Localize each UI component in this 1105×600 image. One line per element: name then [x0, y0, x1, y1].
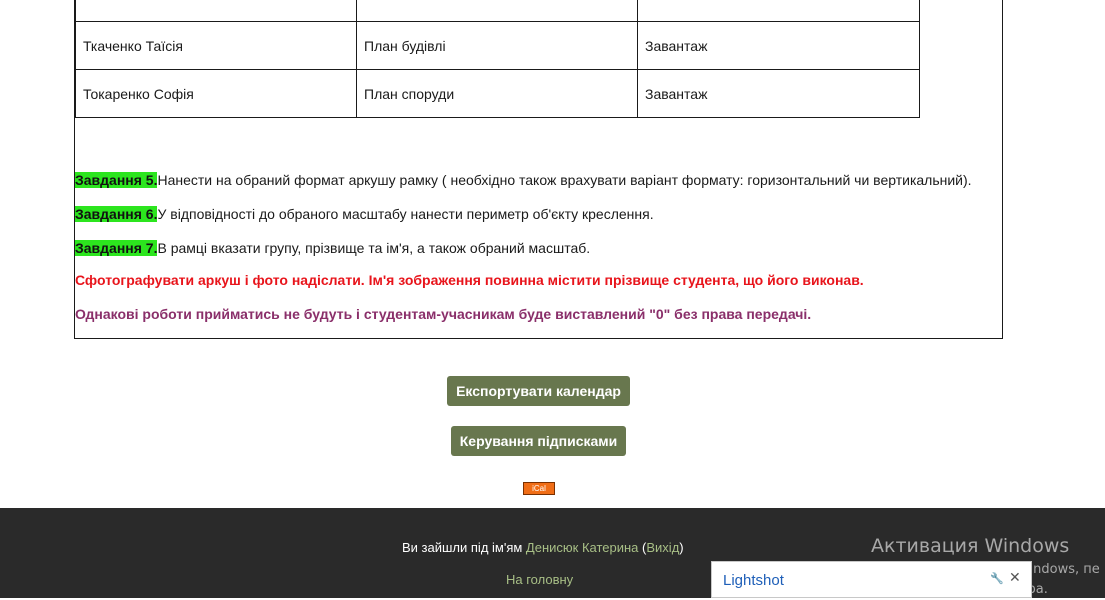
windows-activation-title: Активация Windows — [871, 535, 1070, 557]
close-icon[interactable]: ✕ — [1009, 569, 1021, 586]
table-row: Ткаченко Таїсія План будівлі Завантаж — [75, 21, 920, 70]
task-label: Завдання 6. — [75, 206, 158, 222]
student-name-cell: Токаренко Софія — [75, 69, 357, 118]
logout-link[interactable]: Вихід — [646, 540, 679, 555]
file-cell: Завантаж — [637, 69, 920, 118]
pin-icon[interactable]: 🔧 — [990, 572, 1004, 585]
task-label: Завдання 5. — [75, 172, 158, 188]
logged-in-prefix: Ви зайшли під ім'ям — [402, 540, 523, 555]
lightshot-popup[interactable]: Lightshot 🔧 ✕ — [711, 561, 1032, 598]
task-label: Завдання 7. — [75, 240, 158, 256]
table-row — [75, 0, 920, 22]
file-cell — [637, 0, 920, 22]
manage-subscriptions-button[interactable]: Керування підписками — [451, 426, 626, 456]
task-text: Нанести на обраний формат аркушу рамку (… — [157, 172, 972, 188]
login-info: Ви зайшли під ім'ям Денисюк Катерина (Ви… — [402, 540, 684, 555]
export-calendar-button[interactable]: Експортувати календар — [447, 376, 630, 406]
task-item: Завдання 6.У відповідності до обраного м… — [75, 206, 654, 222]
task-text: У відповідності до обраного масштабу нан… — [157, 206, 654, 222]
task-cell: План споруди — [356, 69, 638, 118]
task-item: Завдання 5.Нанести на обраний формат арк… — [75, 172, 972, 188]
ical-badge[interactable]: iCal — [523, 482, 555, 495]
submission-instruction: Сфотографувати аркуш і фото надіслати. І… — [75, 272, 864, 288]
task-cell: План будівлі — [356, 21, 638, 70]
lightshot-title: Lightshot — [723, 572, 784, 589]
task-item: Завдання 7.В рамці вказати групу, прізви… — [75, 240, 590, 256]
plagiarism-warning: Однакові роботи прийматись не будуть і с… — [75, 306, 812, 322]
task-text: В рамці вказати групу, прізвище та ім'я,… — [157, 240, 591, 256]
submissions-table: Ткаченко Таїсія План будівлі Завантаж То… — [75, 0, 920, 118]
user-profile-link[interactable]: Денисюк Катерина — [526, 540, 638, 555]
assignment-content: Ткаченко Таїсія План будівлі Завантаж То… — [74, 0, 1003, 339]
student-name-cell: Ткаченко Таїсія — [75, 21, 357, 70]
table-row: Токаренко Софія План споруди Завантаж — [75, 69, 920, 118]
task-cell — [356, 0, 638, 22]
student-name-cell — [75, 0, 357, 22]
home-link[interactable]: На головну — [506, 572, 573, 587]
close-paren: ) — [679, 540, 684, 555]
file-cell: Завантаж — [637, 21, 920, 70]
